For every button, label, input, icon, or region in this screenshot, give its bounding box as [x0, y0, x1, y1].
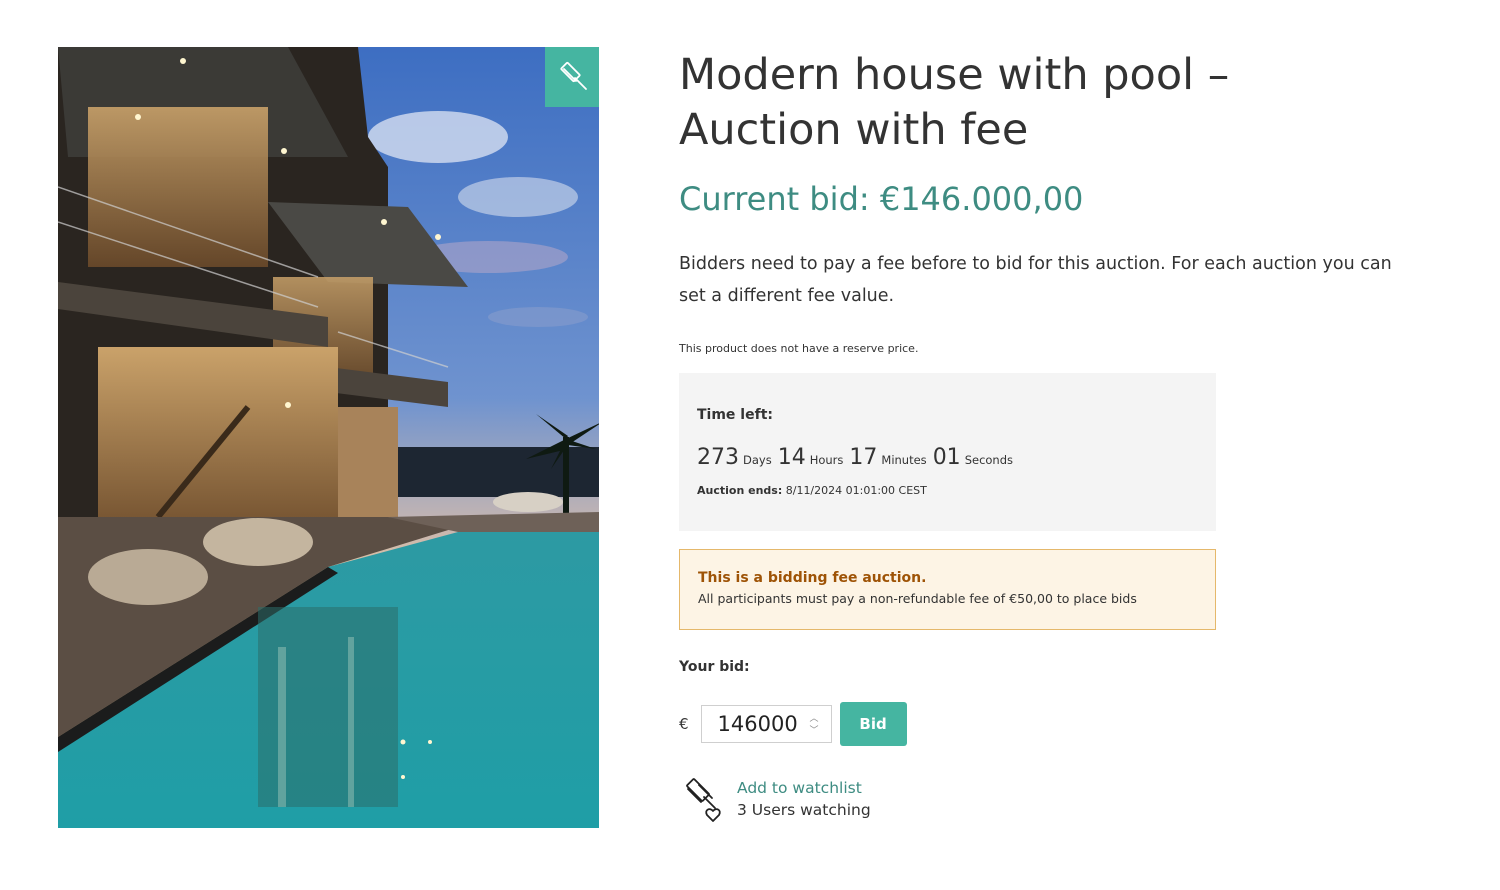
- auction-ends-value: 8/11/2024 01:01:00 CEST: [785, 484, 927, 497]
- countdown-hours: 14: [777, 445, 806, 470]
- add-to-watchlist-link[interactable]: Add to watchlist: [737, 777, 871, 799]
- bid-button[interactable]: Bid: [839, 702, 907, 746]
- countdown-minutes-unit: Minutes: [881, 453, 927, 467]
- product-title-line1: Modern house with pool –: [679, 50, 1230, 100]
- fee-notice-text: All participants must pay a non-refundab…: [698, 591, 1137, 606]
- gavel-heart-icon[interactable]: [683, 775, 729, 823]
- product-image[interactable]: [58, 47, 599, 828]
- bid-form: € ︿ ﹀ Bid: [679, 702, 907, 746]
- bid-amount-input[interactable]: [701, 707, 802, 741]
- product-description: Bidders need to pay a fee before to bid …: [679, 254, 1392, 306]
- auction-ends-label: Auction ends:: [697, 484, 783, 497]
- current-bid-amount: €146.000,00: [879, 180, 1084, 218]
- countdown-timer: 273 Days 14 Hours 17 Minutes 01 Seconds: [697, 445, 1198, 470]
- product-title: Modern house with pool – Auction with fe…: [679, 48, 1439, 158]
- chevron-up-icon[interactable]: ︿: [810, 713, 819, 725]
- auction-ends: Auction ends: 8/11/2024 01:01:00 CEST: [697, 484, 1198, 497]
- your-bid-label: Your bid:: [679, 659, 750, 675]
- reserve-note: This product does not have a reserve pri…: [679, 342, 919, 355]
- current-bid-label: Current bid:: [679, 180, 870, 218]
- countdown-box: Time left: 273 Days 14 Hours 17 Minutes …: [679, 373, 1216, 531]
- bid-stepper[interactable]: ︿ ﹀: [810, 713, 819, 737]
- fee-notice: This is a bidding fee auction. All parti…: [679, 549, 1216, 630]
- house-pool-photo: [58, 47, 599, 828]
- current-bid: Current bid: €146.000,00: [679, 180, 1439, 218]
- countdown-minutes: 17: [849, 445, 878, 470]
- product-summary: Modern house with pool – Auction with fe…: [679, 48, 1439, 355]
- product-title-line2: Auction with fee: [679, 105, 1029, 155]
- gavel-icon: [560, 61, 587, 90]
- countdown-hours-unit: Hours: [809, 453, 844, 467]
- auction-badge: [545, 47, 599, 107]
- chevron-down-icon[interactable]: ﹀: [810, 725, 819, 737]
- countdown-days: 273: [697, 445, 739, 470]
- countdown-days-unit: Days: [743, 453, 772, 467]
- watchlist: Add to watchlist 3 Users watching: [683, 775, 871, 823]
- bid-amount-field: ︿ ﹀: [700, 705, 832, 743]
- countdown-seconds: 01: [932, 445, 961, 470]
- countdown-seconds-unit: Seconds: [964, 453, 1014, 467]
- currency-symbol: €: [679, 715, 689, 733]
- fee-notice-title: This is a bidding fee auction.: [698, 570, 927, 586]
- watchers-count: 3 Users watching: [737, 801, 871, 819]
- time-left-label: Time left:: [697, 407, 773, 423]
